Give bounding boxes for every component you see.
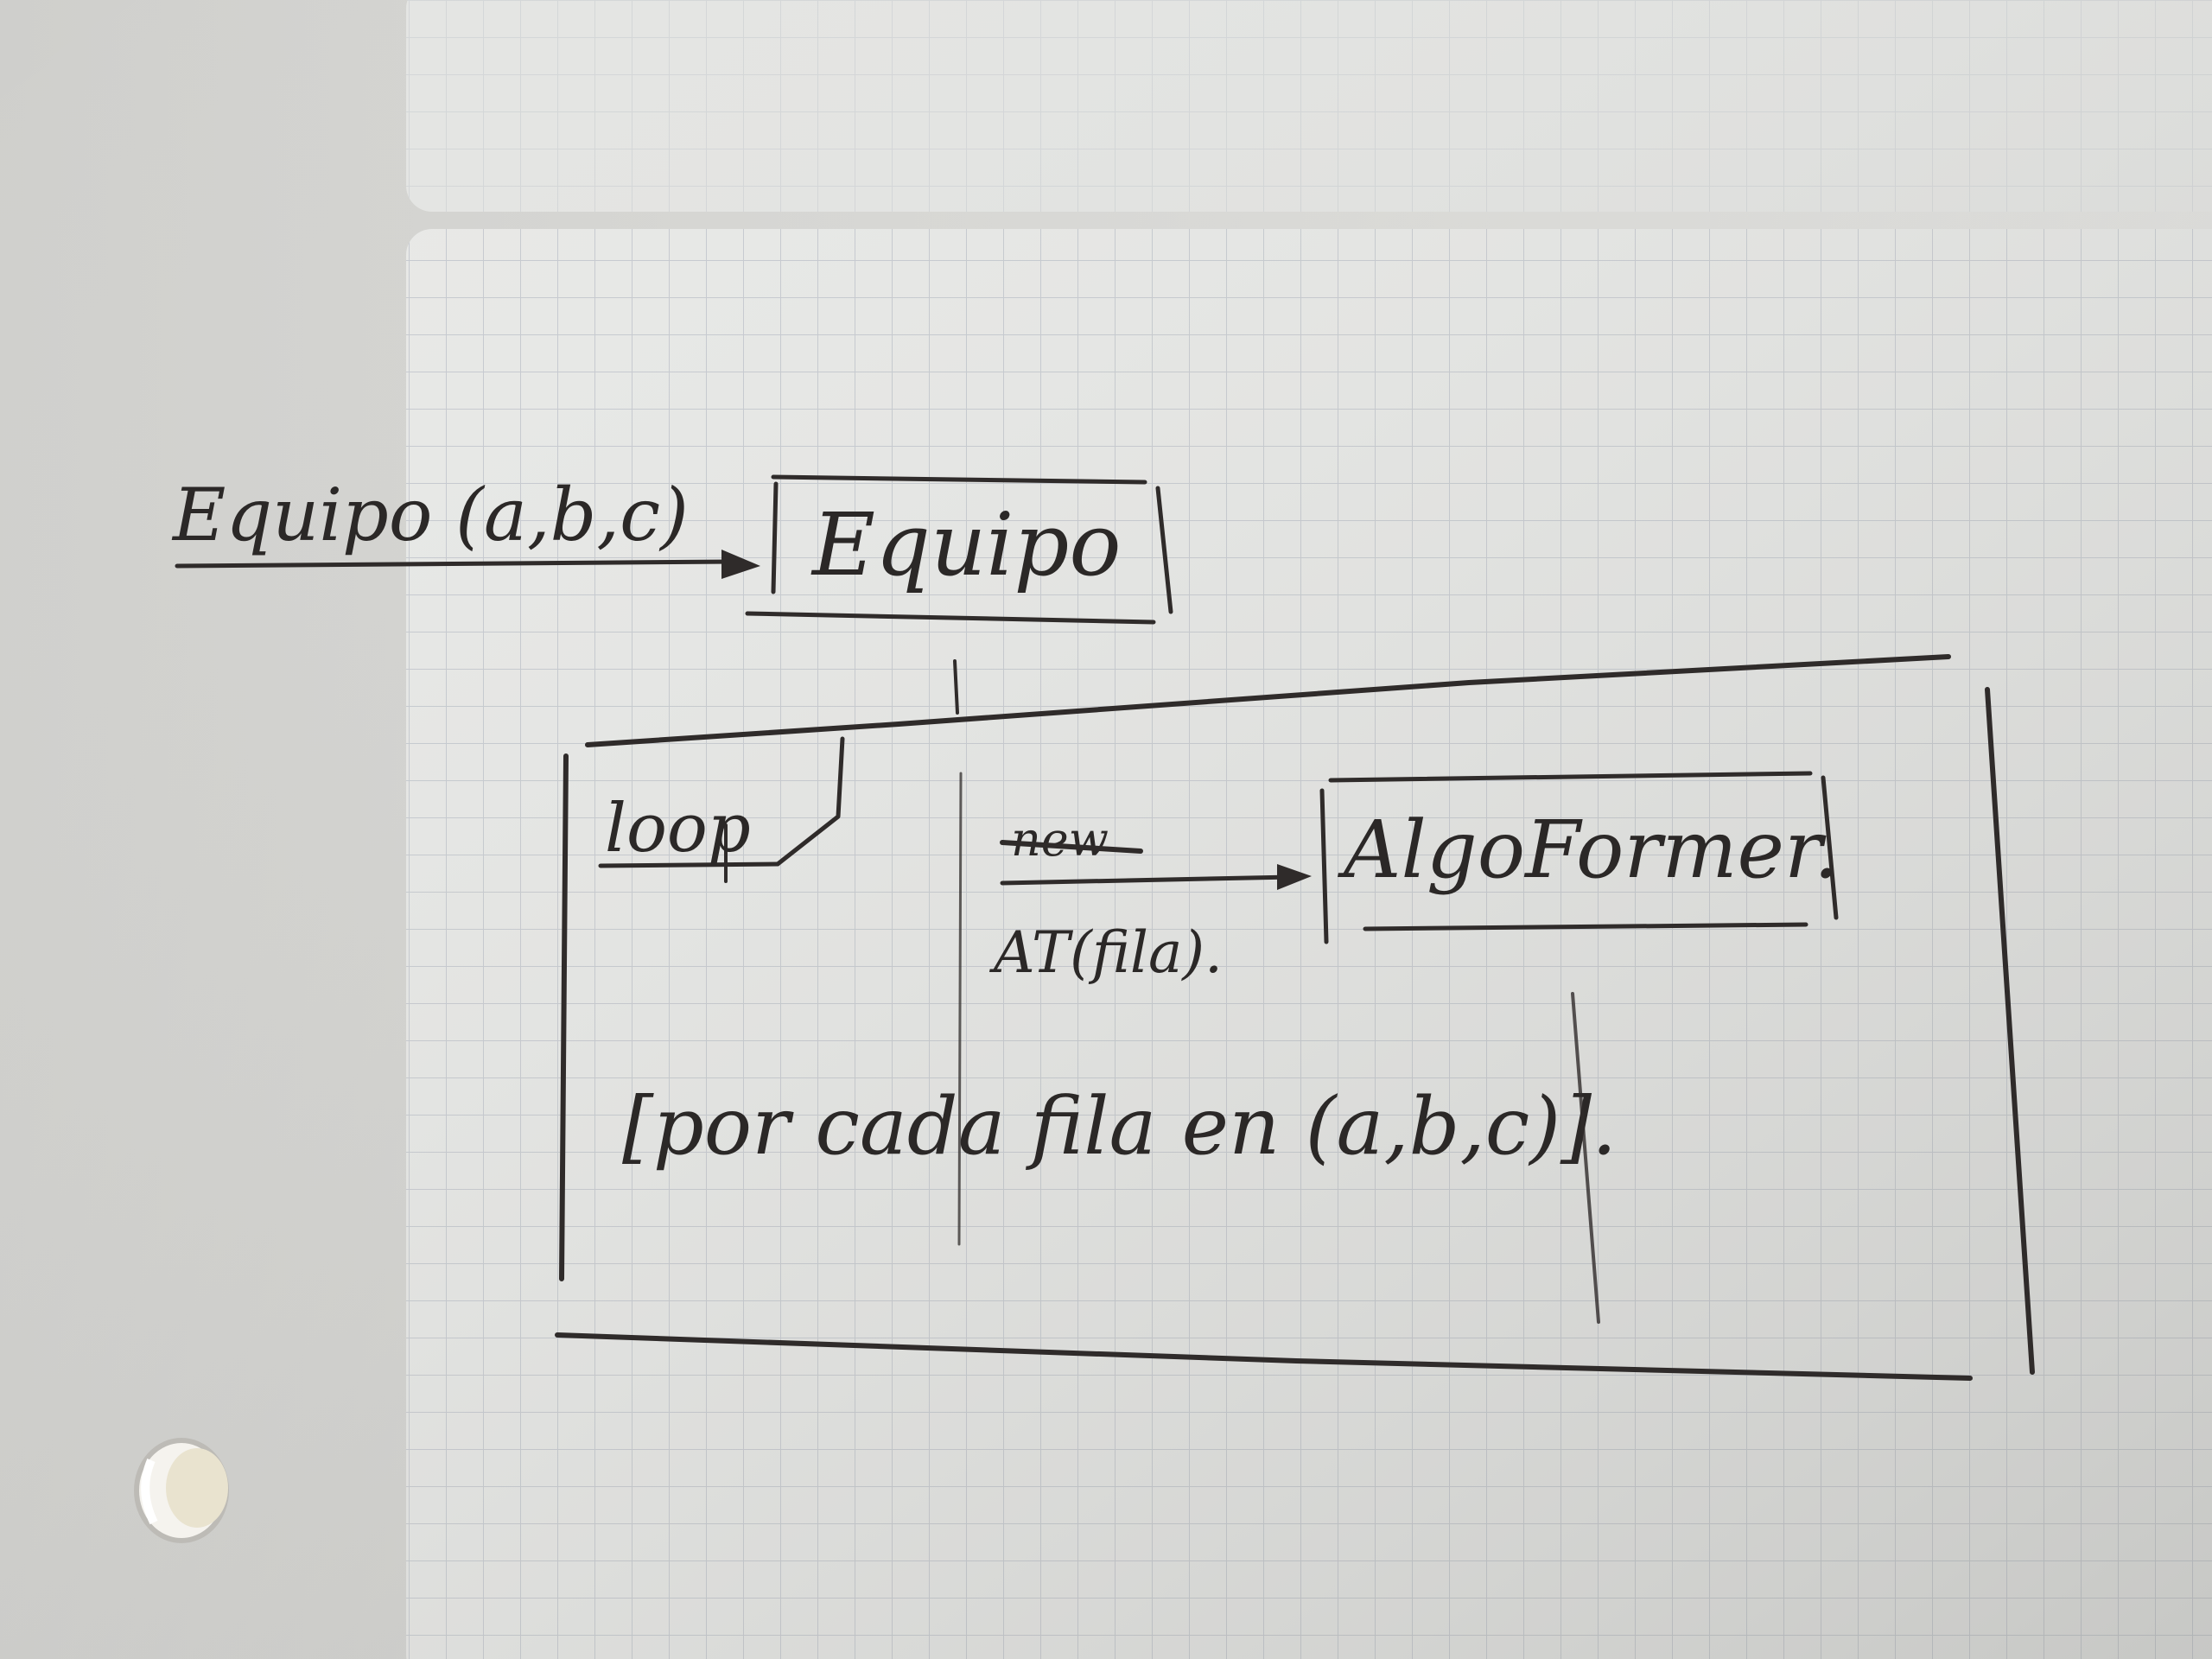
notebook-photo: Equipo (a,b,c) Equipo loop new AT(fila).	[0, 0, 2212, 1659]
lifeline-equipo-inner	[957, 772, 963, 1246]
sequence-diagram-sketch: Equipo (a,b,c) Equipo loop new AT(fila).	[0, 0, 2212, 1659]
svg-text:loop: loop	[605, 790, 751, 868]
svg-text:AlgoFormer.: AlgoFormer.	[1337, 804, 1839, 896]
svg-text:Equipo (a,b,c): Equipo (a,b,c)	[171, 473, 689, 557]
binder-hole	[134, 1438, 229, 1543]
svg-text:[por cada fila en (a,b,c)].: [por cada fila en (a,b,c)].	[622, 1080, 1617, 1173]
svg-text:AT(fila).: AT(fila).	[988, 919, 1223, 986]
svg-text:Equipo: Equipo	[810, 494, 1122, 595]
svg-text:new: new	[1011, 812, 1109, 867]
